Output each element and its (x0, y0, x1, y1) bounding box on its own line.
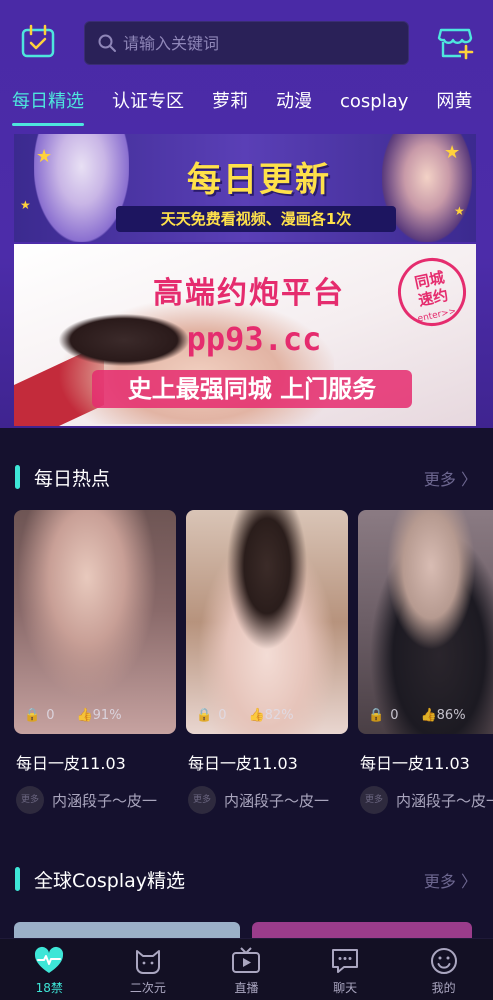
hot-cards: 🔒 0 👍 91% 每日一皮11.03 更多 内涵段子～皮一 🔒 0 👍 82%… (14, 510, 493, 830)
video-title: 每日一皮11.03 (360, 754, 470, 773)
tab-loli[interactable]: 萝莉 (212, 86, 248, 128)
nav-label: 直播 (234, 981, 259, 995)
nav-label: 18禁 (35, 981, 63, 995)
author-row[interactable]: 更多 内涵段子～皮一 (188, 786, 329, 814)
video-stats: 🔒 0 👍 82% (196, 708, 294, 723)
tv-play-icon (232, 947, 261, 973)
thumb-icon: 👍 (248, 708, 265, 723)
more-link[interactable]: 更多 〉 (424, 466, 477, 490)
avatar: 更多 (360, 786, 388, 814)
search-icon (98, 34, 116, 52)
lock-icon: 🔒 (196, 708, 213, 723)
smile-icon (430, 948, 457, 974)
heartbeat-icon (35, 946, 64, 973)
search-bar[interactable] (84, 21, 409, 65)
author-name: 内涵段子～皮一 (52, 791, 158, 810)
banner-title: 每日更新 (187, 160, 331, 200)
tab-daily-picks[interactable]: 每日精选 (12, 86, 84, 128)
rating-percent: 82% (264, 708, 294, 723)
daily-update-banner[interactable]: ★ ★ ★ ★ 每日更新 天天免费看视频、漫画各1次 (14, 134, 476, 242)
more-link[interactable]: 更多 〉 (424, 868, 477, 892)
video-thumbnail[interactable] (186, 510, 348, 734)
video-stats: 🔒 0 👍 86% (368, 708, 466, 723)
nav-item-18[interactable]: 18禁 (0, 939, 99, 1000)
tab-influencer[interactable]: 网黄 (436, 86, 472, 128)
thumb-icon: 👍 (420, 708, 437, 723)
author-name: 内涵段子～皮一 (396, 791, 493, 810)
section-title: 全球Cosplay精选 (34, 870, 186, 892)
nav-label: 二次元 (129, 981, 166, 995)
nav-item-anime[interactable]: 二次元 (99, 939, 198, 1000)
section-accent-bar (15, 465, 20, 489)
cosplay-thumbnail[interactable] (252, 922, 472, 938)
store-add-icon[interactable] (436, 24, 474, 62)
video-thumbnail[interactable] (14, 510, 176, 734)
section-accent-bar (15, 867, 20, 891)
category-tabs: 每日精选 认证专区 萝莉 动漫 cosplay 网黄 (0, 86, 493, 130)
ad-banner[interactable]: 高端约炮平台 pp93.cc 史上最强同城 上门服务 同城 速约 enter>> (14, 244, 476, 426)
tab-anime[interactable]: 动漫 (276, 86, 312, 128)
banner-subtitle: 天天免费看视频、漫画各1次 (116, 206, 396, 232)
section-title: 每日热点 (34, 468, 111, 490)
tab-cosplay[interactable]: cosplay (340, 86, 408, 128)
like-count: 0 (218, 708, 227, 723)
video-card[interactable]: 🔒 0 👍 82% 每日一皮11.03 更多 内涵段子～皮一 (186, 510, 348, 830)
author-row[interactable]: 更多 内涵段子～皮一 (16, 786, 157, 814)
rating-percent: 91% (92, 708, 122, 723)
ad-url: pp93.cc (186, 320, 322, 358)
star-icon: ★ (454, 204, 465, 218)
author-name: 内涵段子～皮一 (224, 791, 330, 810)
section-cosplay-header: 全球Cosplay精选 更多 〉 (0, 864, 493, 894)
rating-percent: 86% (436, 708, 466, 723)
ad-title: 高端约炮平台 (153, 276, 345, 311)
avatar: 更多 (16, 786, 44, 814)
star-icon: ★ (20, 198, 31, 212)
video-card[interactable]: 🔒 0 👍 91% 每日一皮11.03 更多 内涵段子～皮一 (14, 510, 176, 830)
bottom-nav: 18禁 二次元 直播 聊天 我的 (0, 938, 493, 1000)
video-title: 每日一皮11.03 (188, 754, 298, 773)
avatar: 更多 (188, 786, 216, 814)
author-row[interactable]: 更多 内涵段子～皮一 (360, 786, 493, 814)
video-thumbnail[interactable] (358, 510, 493, 734)
nav-item-chat[interactable]: 聊天 (296, 939, 395, 1000)
header (0, 18, 493, 68)
calendar-check-icon[interactable] (20, 24, 56, 60)
like-count: 0 (46, 708, 55, 723)
nav-label: 我的 (431, 981, 456, 995)
nav-item-mine[interactable]: 我的 (394, 939, 493, 1000)
video-title: 每日一皮11.03 (16, 754, 126, 773)
star-icon: ★ (36, 146, 53, 167)
nav-label: 聊天 (333, 981, 358, 995)
cosplay-cards-peek (14, 922, 493, 938)
ad-badge: 同城 速约 enter>> (391, 251, 473, 333)
thumb-icon: 👍 (76, 708, 93, 723)
top-area: 每日精选 认证专区 萝莉 动漫 cosplay 网黄 ★ ★ ★ ★ 每日更新 … (0, 0, 493, 428)
star-icon: ★ (444, 142, 461, 163)
video-stats: 🔒 0 👍 91% (24, 708, 122, 723)
video-card[interactable]: 🔒 0 👍 86% 每日一皮11.03 更多 内涵段子～皮一 (358, 510, 493, 830)
lock-icon: 🔒 (24, 708, 41, 723)
tab-certified[interactable]: 认证专区 (112, 86, 184, 128)
nav-item-live[interactable]: 直播 (197, 939, 296, 1000)
like-count: 0 (390, 708, 399, 723)
chat-icon (332, 949, 359, 973)
lock-icon: 🔒 (368, 708, 385, 723)
section-hot-header: 每日热点 更多 〉 (0, 462, 493, 492)
cat-icon (135, 950, 160, 974)
search-input[interactable] (123, 33, 383, 53)
ad-subtitle: 史上最强同城 上门服务 (92, 370, 412, 408)
cosplay-thumbnail[interactable] (14, 922, 240, 938)
